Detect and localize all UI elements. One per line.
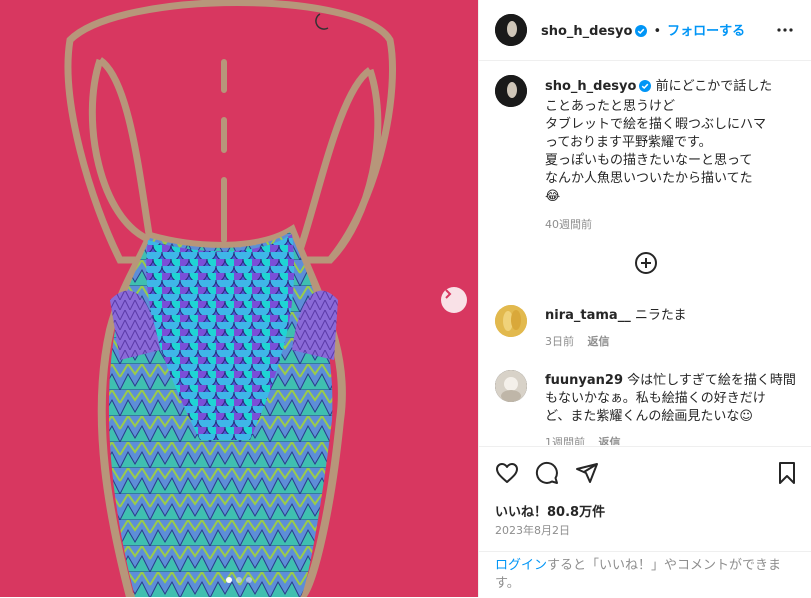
caption-line: 前にどこかで話した (655, 79, 773, 94)
mermaid-artwork (64, 0, 396, 597)
avatar[interactable] (495, 14, 527, 46)
chevron-right-icon (445, 289, 452, 299)
post-header: sho_h_desyo • フォローする (479, 0, 811, 61)
caption-line: ことあったと思うけど (545, 99, 676, 114)
share-icon (576, 463, 598, 483)
comment-text: もないかなぁ。私も絵描くの好きだけ (545, 391, 766, 406)
caption: sho_h_desyo 前にどこかで話した ことあったと思うけど タブレットで絵… (545, 78, 795, 232)
reply-button[interactable]: 返信 (599, 436, 621, 445)
avatar-image (495, 14, 527, 46)
caption-line: タブレットで絵を描く暇つぶしにハマ (545, 117, 767, 132)
follow-button[interactable]: フォローする (667, 24, 745, 39)
comment-text: 今は忙しすぎて絵を描く時間 (627, 373, 796, 388)
comment-username[interactable]: fuunyan29 (545, 373, 623, 388)
comment-username[interactable]: nira_tama__ (545, 308, 631, 323)
verified-icon (639, 80, 652, 98)
comment-time[interactable]: 1週間前 (545, 436, 585, 445)
caption-line: っております平野紫耀です。 (545, 135, 712, 150)
post-panel: sho_h_desyo • フォローする sho_h_desyo 前にどこかで話した… (478, 0, 811, 597)
login-link[interactable]: ログイン (495, 558, 547, 573)
more-icon (777, 28, 793, 32)
comment-time[interactable]: 3日前 (545, 335, 574, 348)
comment-text: ニラたま (634, 308, 687, 323)
carousel-dot (226, 577, 232, 583)
comment: fuunyan29 今は忙しすぎて絵を描く時間 もないかなぁ。私も絵描くの好きだ… (545, 372, 800, 445)
next-slide-button[interactable] (441, 287, 467, 313)
bookmark-icon (779, 462, 795, 484)
reply-button[interactable]: 返信 (588, 335, 610, 348)
caption-line: 夏っぽいもの描きたいなーと思って (545, 153, 753, 168)
carousel-indicators (226, 577, 252, 583)
heart-icon (496, 463, 518, 483)
comment-text: ど、また紫耀くんの絵画見たいな☺ (545, 409, 753, 424)
post-date: 2023年8月2日 (495, 524, 570, 537)
comment-icon (535, 461, 558, 484)
add-comment-icon (635, 252, 657, 274)
share-button[interactable] (575, 461, 599, 489)
like-button[interactable] (495, 461, 519, 489)
save-button[interactable] (775, 461, 799, 489)
caption-username[interactable]: sho_h_desyo (545, 79, 636, 94)
comments-section[interactable]: sho_h_desyo 前にどこかで話した ことあったと思うけど タブレットで絵… (479, 61, 811, 445)
comment-button[interactable] (535, 461, 559, 489)
post-username[interactable]: sho_h_desyo (541, 24, 632, 39)
comment: nira_tama__ ニラたま 3日前 返信 (545, 307, 795, 349)
verified-icon (635, 22, 648, 41)
avatar[interactable] (495, 305, 527, 337)
more-options-button[interactable] (775, 20, 795, 44)
caption-time[interactable]: 40週間前 (545, 216, 795, 232)
post-image[interactable] (0, 0, 478, 597)
caption-line: 😂 (545, 189, 561, 204)
login-prompt: ログインすると「いいね！」やコメントができます。 (479, 551, 811, 598)
like-count[interactable]: いいね！80.8万件 (495, 501, 605, 520)
carousel-dot (246, 577, 252, 583)
action-bar: いいね！80.8万件 2023年8月2日 (479, 446, 811, 551)
avatar[interactable] (495, 75, 527, 107)
carousel-dot (236, 577, 242, 583)
load-more-comments-button[interactable] (634, 251, 658, 279)
separator: • (653, 24, 662, 39)
caption-line: なんか人魚思いついたから描いてた (545, 171, 753, 186)
avatar[interactable] (495, 370, 527, 402)
